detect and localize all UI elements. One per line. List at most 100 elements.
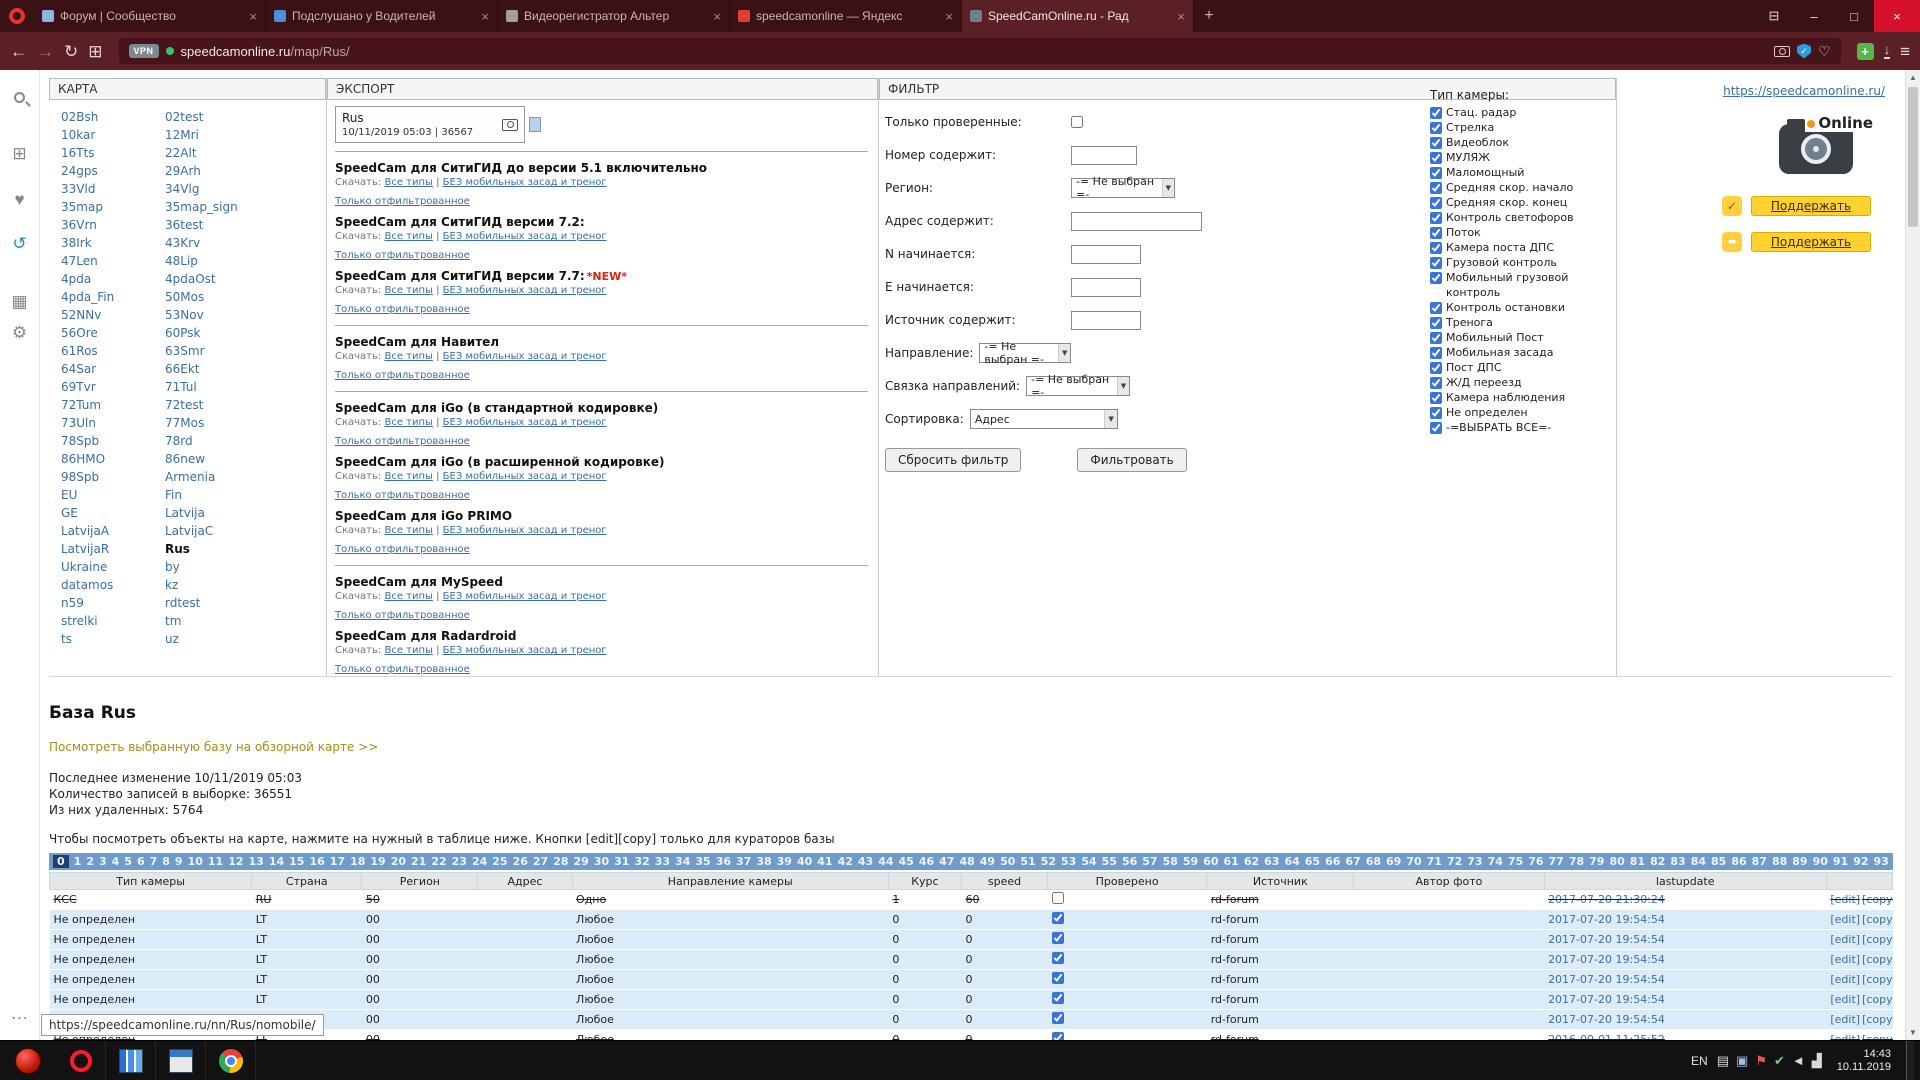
page-link[interactable]: 40 xyxy=(797,855,812,868)
table-row[interactable]: Не определен LT 00 Любое 0 0 rd-forum xyxy=(50,990,1893,1010)
page-link[interactable]: 24 xyxy=(472,855,487,868)
plugin-icon[interactable]: + xyxy=(1857,43,1874,60)
camera-type-checkbox[interactable] xyxy=(1430,122,1442,134)
page-link[interactable]: 49 xyxy=(980,855,995,868)
download-no-ambush-link[interactable]: БЕЗ мобильных засад и треног xyxy=(443,525,607,536)
source-contains-input[interactable] xyxy=(1071,311,1141,330)
scrollbar-thumb[interactable] xyxy=(1908,87,1918,227)
copy-link[interactable]: [copy] xyxy=(1862,913,1892,926)
camera-type-checkbox[interactable] xyxy=(1430,152,1442,164)
map-db-link[interactable]: 4pdaOst xyxy=(165,270,326,288)
menu-icon[interactable]: ≡ xyxy=(1900,43,1910,60)
page-link[interactable]: 90 xyxy=(1813,855,1828,868)
camera-type-checkbox[interactable] xyxy=(1430,302,1442,314)
page-link[interactable]: 93 xyxy=(1874,855,1889,868)
volume-icon[interactable]: ◄ xyxy=(1792,1054,1805,1067)
page-link[interactable]: 18 xyxy=(350,855,365,868)
page-link[interactable]: 3 xyxy=(99,855,107,868)
table-row[interactable]: Не определен LT 00 Любое 0 0 rd-forum xyxy=(50,910,1893,930)
map-db-link[interactable]: 38Irk xyxy=(61,234,165,252)
page-link[interactable]: 67 xyxy=(1345,855,1360,868)
camera-type-checkbox[interactable] xyxy=(1430,347,1442,359)
page-link[interactable]: 91 xyxy=(1833,855,1848,868)
table-row[interactable]: Не определен LT 00 Любое 0 0 rd-forum xyxy=(50,970,1893,990)
download-all-types-link[interactable]: Все типы xyxy=(384,285,432,296)
verified-checkbox[interactable] xyxy=(1052,932,1064,944)
download-filtered-link[interactable]: Только отфильтрованное xyxy=(335,370,470,381)
download-filtered-link[interactable]: Только отфильтрованное xyxy=(335,196,470,207)
page-link[interactable]: 38 xyxy=(756,855,771,868)
camera-type-option[interactable]: Мобильная засада xyxy=(1430,345,1616,360)
download-filtered-link[interactable]: Только отфильтрованное xyxy=(335,436,470,447)
page-link[interactable]: 55 xyxy=(1102,855,1117,868)
page-link[interactable]: 61 xyxy=(1224,855,1239,868)
page-link[interactable]: 17 xyxy=(330,855,345,868)
camera-type-checkbox[interactable] xyxy=(1430,377,1442,389)
edit-link[interactable]: [edit] xyxy=(1830,973,1860,986)
camera-type-checkbox[interactable] xyxy=(1430,332,1442,344)
scroll-down-icon[interactable]: ▼ xyxy=(1906,1025,1920,1040)
region-select[interactable]: -= Не выбран =-▼ xyxy=(1071,178,1175,198)
page-link[interactable]: 35 xyxy=(695,855,710,868)
camera-type-option[interactable]: Средняя скор. конец xyxy=(1430,195,1616,210)
n-starts-input[interactable] xyxy=(1071,245,1141,264)
page-link[interactable]: 60 xyxy=(1203,855,1218,868)
download-no-ambush-link[interactable]: БЕЗ мобильных засад и треног xyxy=(443,351,607,362)
copy-link[interactable]: [copy] xyxy=(1862,893,1892,906)
table-row[interactable]: Не определен LT 00 Любое 0 0 rd-forum xyxy=(50,1010,1893,1030)
map-db-link[interactable]: GE xyxy=(61,504,165,522)
lastupdate-link[interactable]: 2017-07-20 19:54:54 xyxy=(1548,993,1665,1006)
page-link[interactable]: 79 xyxy=(1589,855,1604,868)
history-icon[interactable]: ↺ xyxy=(12,235,26,252)
map-db-link[interactable]: 78rd xyxy=(165,432,326,450)
camera-type-checkbox[interactable] xyxy=(1430,422,1442,434)
new-tab-button[interactable]: + xyxy=(1194,0,1224,32)
page-link[interactable]: 82 xyxy=(1650,855,1665,868)
verified-checkbox[interactable] xyxy=(1052,992,1064,1004)
maximize-button[interactable]: □ xyxy=(1834,0,1874,32)
page-link[interactable]: 53 xyxy=(1061,855,1076,868)
page-link[interactable]: 81 xyxy=(1630,855,1645,868)
page-link[interactable]: 46 xyxy=(919,855,934,868)
keyboard-layout-icon[interactable]: ▤ xyxy=(1717,1054,1729,1067)
taskbar-clock[interactable]: 14:43 10.11.2019 xyxy=(1829,1048,1899,1074)
map-db-link[interactable]: 77Mos xyxy=(165,414,326,432)
taskbar-chrome[interactable] xyxy=(206,1041,256,1080)
page-link[interactable]: 56 xyxy=(1122,855,1137,868)
download-no-ambush-link[interactable]: БЕЗ мобильных засад и треног xyxy=(443,177,607,188)
page-link[interactable]: 77 xyxy=(1549,855,1564,868)
camera-type-checkbox[interactable] xyxy=(1430,317,1442,329)
page-link[interactable]: 21 xyxy=(411,855,426,868)
page-link[interactable]: 14 xyxy=(269,855,284,868)
camera-type-option[interactable]: Камера наблюдения xyxy=(1430,390,1616,405)
close-button[interactable]: × xyxy=(1874,0,1920,32)
verified-checkbox[interactable] xyxy=(1052,892,1064,904)
map-db-link[interactable]: 86new xyxy=(165,450,326,468)
page-link[interactable]: 22 xyxy=(431,855,446,868)
map-db-link[interactable]: 98Spb xyxy=(61,468,165,486)
opera-logo-icon[interactable] xyxy=(0,0,34,32)
map-db-link[interactable]: 22Alt xyxy=(165,144,326,162)
map-db-link[interactable]: 56Ore xyxy=(61,324,165,342)
download-all-types-link[interactable]: Все типы xyxy=(384,471,432,482)
map-db-link[interactable]: 34Vlg xyxy=(165,180,326,198)
map-db-link[interactable]: 61Ros xyxy=(61,342,165,360)
map-db-link[interactable]: 73Uln xyxy=(61,414,165,432)
map-db-link[interactable]: 02test xyxy=(165,108,326,126)
camera-type-checkbox[interactable] xyxy=(1430,272,1442,284)
download-all-types-link[interactable]: Все типы xyxy=(384,351,432,362)
page-link[interactable]: 6 xyxy=(137,855,145,868)
download-filtered-link[interactable]: Только отфильтрованное xyxy=(335,664,470,675)
map-db-link[interactable]: Rus xyxy=(165,540,326,558)
download-all-types-link[interactable]: Все типы xyxy=(384,645,432,656)
map-db-link[interactable]: rdtest xyxy=(165,594,326,612)
lastupdate-link[interactable]: 2017-07-20 19:54:54 xyxy=(1548,913,1665,926)
page-link[interactable]: 66 xyxy=(1325,855,1340,868)
camera-type-checkbox[interactable] xyxy=(1430,257,1442,269)
map-db-link[interactable]: LatvijaA xyxy=(61,522,165,540)
map-db-link[interactable]: 60Psk xyxy=(165,324,326,342)
download-all-types-link[interactable]: Все типы xyxy=(384,591,432,602)
lastupdate-link[interactable]: 2017-07-20 19:54:54 xyxy=(1548,973,1665,986)
page-link[interactable]: 26 xyxy=(513,855,528,868)
map-db-link[interactable]: 72Tum xyxy=(61,396,165,414)
